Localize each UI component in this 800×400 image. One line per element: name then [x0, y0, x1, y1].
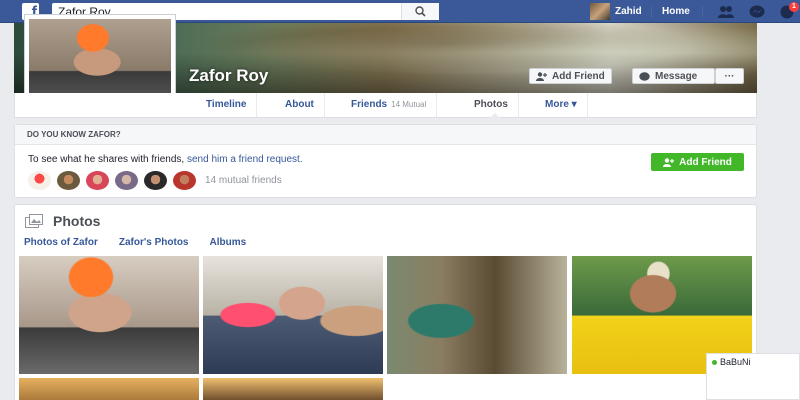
tab-label: About	[285, 99, 314, 110]
profile-tabs: Timeline About Friends 14 Mutual Photos M…	[14, 93, 757, 118]
home-link[interactable]: Home	[662, 6, 690, 17]
prompt-text: To see what he shares with friends,	[28, 154, 187, 165]
profile-name[interactable]: Zafor Roy	[189, 66, 268, 86]
mutual-friend-avatar[interactable]	[57, 171, 80, 190]
photos-icon	[25, 214, 43, 228]
add-friend-icon	[663, 157, 675, 167]
photos-heading: Photos	[25, 213, 100, 229]
tab-timeline[interactable]: Timeline	[196, 93, 258, 117]
tab-about[interactable]: About	[275, 93, 325, 117]
photo-thumbnail[interactable]	[387, 256, 567, 374]
message-label: Message	[655, 70, 698, 82]
messages-icon[interactable]	[749, 5, 765, 19]
more-options-icon: ···	[724, 70, 735, 82]
do-you-know-card: DO YOU KNOW ZAFOR? To see what he shares…	[14, 124, 757, 198]
divider	[651, 6, 652, 18]
more-options-button[interactable]: ···	[715, 68, 744, 84]
tab-more[interactable]: More ▾	[535, 93, 588, 117]
tab-label: More ▾	[545, 99, 577, 110]
chat-sidebar: BaBuNi	[706, 353, 800, 400]
friend-request-prompt: To see what he shares with friends, send…	[28, 154, 303, 165]
photos-title[interactable]: Photos	[53, 213, 100, 229]
online-status-icon	[712, 359, 717, 365]
profile-shortcut[interactable]: Zahid	[590, 3, 642, 20]
mutual-friend-avatar[interactable]	[115, 171, 138, 190]
mutual-count: 14 Mutual	[391, 100, 427, 109]
photo-thumbnail[interactable]	[203, 256, 383, 374]
divider	[702, 6, 703, 18]
photos-section: Photos Photos of Zafor Zafor's Photos Al…	[14, 204, 757, 400]
avatar	[590, 3, 610, 20]
message-icon	[639, 71, 650, 81]
add-friend-label: Add Friend	[679, 156, 732, 168]
tab-photos-of[interactable]: Photos of Zafor	[24, 237, 98, 248]
mutual-friend-avatar[interactable]	[86, 171, 109, 190]
tab-label: Timeline	[206, 99, 247, 110]
photos-subnav: Photos of Zafor Zafor's Photos Albums	[24, 237, 267, 248]
tab-label: Friends	[351, 99, 388, 110]
photo-thumbnail[interactable]	[203, 378, 383, 400]
friend-requests-icon[interactable]	[718, 5, 734, 19]
add-friend-button[interactable]: Add Friend	[529, 68, 612, 84]
mutual-friends-count[interactable]: 14 mutual friends	[205, 175, 282, 186]
message-button[interactable]: Message	[632, 68, 715, 84]
mutual-friend-avatar[interactable]	[144, 171, 167, 190]
add-friend-green-button[interactable]: Add Friend	[651, 153, 744, 171]
chat-contact-name: BaBuNi	[720, 357, 751, 367]
user-name: Zahid	[615, 6, 642, 17]
chat-contact[interactable]: BaBuNi	[712, 357, 751, 367]
photo-thumbnail[interactable]	[19, 256, 199, 374]
active-tab-indicator	[490, 113, 500, 118]
add-friend-label: Add Friend	[552, 70, 605, 82]
card-heading: DO YOU KNOW ZAFOR?	[15, 125, 756, 145]
notification-badge: 1	[789, 2, 799, 12]
send-request-link[interactable]: send him a friend request.	[187, 154, 303, 165]
mutual-friend-avatar[interactable]	[28, 171, 51, 190]
tab-user-photos[interactable]: Zafor's Photos	[119, 237, 189, 248]
photo-thumbnail[interactable]	[19, 378, 199, 400]
mutual-friend-avatar[interactable]	[173, 171, 196, 190]
tab-friends[interactable]: Friends 14 Mutual	[341, 93, 438, 117]
tab-albums[interactable]: Albums	[210, 237, 247, 248]
add-friend-icon	[536, 71, 547, 81]
mutual-friends-row: 14 mutual friends	[28, 171, 282, 190]
search-button[interactable]	[401, 3, 439, 20]
search-icon	[415, 6, 426, 17]
tab-label: Photos	[474, 99, 508, 110]
